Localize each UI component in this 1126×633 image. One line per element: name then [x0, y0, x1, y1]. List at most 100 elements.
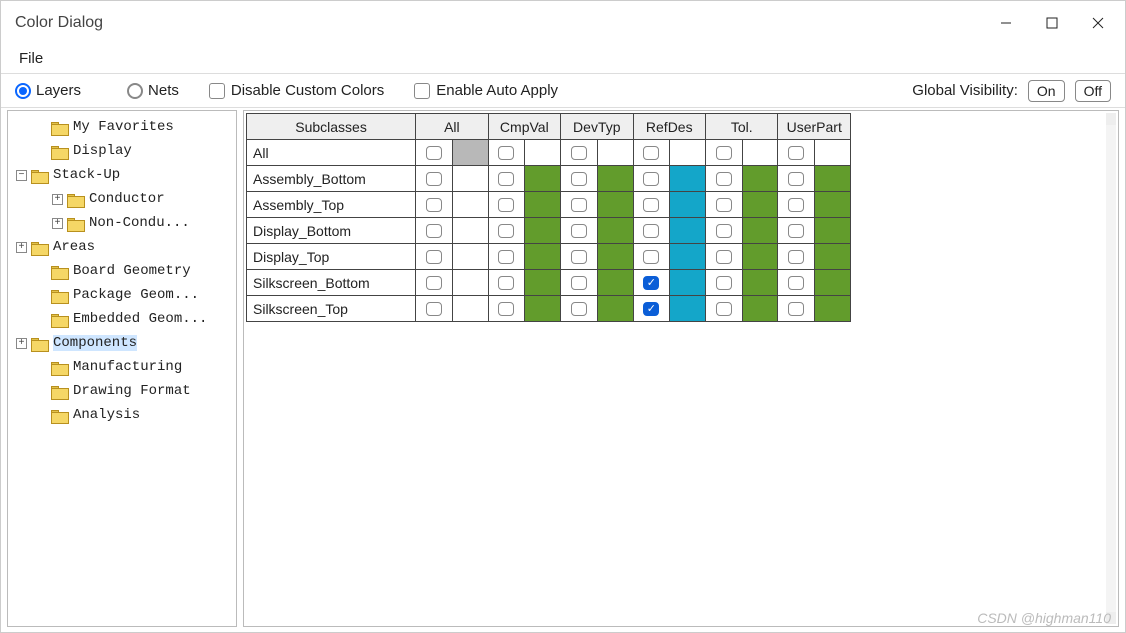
visibility-checkbox[interactable]	[788, 146, 804, 160]
tree-item[interactable]: Analysis	[10, 403, 234, 427]
column-header-subclasses[interactable]: Subclasses	[247, 114, 416, 140]
color-swatch[interactable]	[743, 218, 778, 243]
tree-item[interactable]: My Favorites	[10, 115, 234, 139]
color-swatch[interactable]	[598, 270, 633, 295]
color-swatch[interactable]	[525, 296, 560, 321]
tree-item[interactable]: −Stack-Up	[10, 163, 234, 187]
color-swatch[interactable]	[670, 166, 705, 191]
color-swatch[interactable]	[598, 296, 633, 321]
visibility-checkbox[interactable]	[643, 198, 659, 212]
radio-nets[interactable]: Nets	[127, 82, 179, 99]
visibility-checkbox[interactable]	[716, 172, 732, 186]
color-swatch[interactable]	[525, 166, 560, 191]
global-visibility-on-button[interactable]: On	[1028, 80, 1065, 102]
color-swatch[interactable]	[743, 166, 778, 191]
color-swatch[interactable]	[815, 244, 850, 269]
color-swatch[interactable]	[525, 244, 560, 269]
color-swatch[interactable]	[598, 244, 633, 269]
color-swatch[interactable]	[815, 270, 850, 295]
color-swatch[interactable]	[670, 218, 705, 243]
visibility-checkbox[interactable]	[716, 250, 732, 264]
visibility-checkbox[interactable]	[643, 224, 659, 238]
visibility-checkbox[interactable]	[498, 224, 514, 238]
visibility-checkbox[interactable]	[571, 250, 587, 264]
color-swatch[interactable]	[670, 270, 705, 295]
tree-item[interactable]: Board Geometry	[10, 259, 234, 283]
minimize-button[interactable]	[983, 8, 1029, 38]
visibility-checkbox[interactable]: ✓	[643, 276, 659, 290]
visibility-checkbox[interactable]	[426, 172, 442, 186]
visibility-checkbox[interactable]	[571, 224, 587, 238]
expand-icon[interactable]: +	[16, 242, 27, 253]
visibility-checkbox[interactable]	[426, 224, 442, 238]
color-swatch[interactable]	[743, 270, 778, 295]
column-header[interactable]: UserPart	[778, 114, 851, 140]
visibility-checkbox[interactable]	[788, 302, 804, 316]
expand-icon[interactable]: +	[16, 338, 27, 349]
visibility-checkbox[interactable]	[716, 146, 732, 160]
radio-layers[interactable]: Layers	[15, 82, 81, 99]
visibility-checkbox[interactable]	[498, 146, 514, 160]
color-swatch[interactable]	[453, 140, 488, 165]
visibility-checkbox[interactable]	[788, 198, 804, 212]
visibility-checkbox[interactable]	[571, 146, 587, 160]
tree-item[interactable]: +Areas	[10, 235, 234, 259]
column-header[interactable]: RefDes	[633, 114, 705, 140]
visibility-checkbox[interactable]	[426, 250, 442, 264]
visibility-checkbox[interactable]	[498, 302, 514, 316]
column-header[interactable]: DevTyp	[561, 114, 633, 140]
maximize-button[interactable]	[1029, 8, 1075, 38]
visibility-checkbox[interactable]	[643, 250, 659, 264]
tree-item[interactable]: Display	[10, 139, 234, 163]
visibility-checkbox[interactable]	[571, 302, 587, 316]
color-swatch[interactable]	[743, 192, 778, 217]
menu-file[interactable]: File	[13, 48, 49, 69]
visibility-checkbox[interactable]	[571, 172, 587, 186]
visibility-checkbox[interactable]	[716, 224, 732, 238]
color-swatch[interactable]	[815, 296, 850, 321]
color-swatch[interactable]	[525, 218, 560, 243]
vertical-scrollbar[interactable]	[1106, 113, 1116, 624]
tree-item[interactable]: +Non-Condu...	[10, 211, 234, 235]
column-header[interactable]: CmpVal	[488, 114, 560, 140]
tree-item[interactable]: Manufacturing	[10, 355, 234, 379]
sidebar-tree[interactable]: My FavoritesDisplay−Stack-Up+Conductor+N…	[7, 110, 237, 627]
global-visibility-off-button[interactable]: Off	[1075, 80, 1111, 102]
color-swatch[interactable]	[743, 296, 778, 321]
column-header[interactable]: Tol.	[705, 114, 777, 140]
tree-item[interactable]: +Components	[10, 331, 234, 355]
color-swatch[interactable]	[815, 218, 850, 243]
close-button[interactable]	[1075, 8, 1121, 38]
color-swatch[interactable]	[670, 296, 705, 321]
checkbox-disable-custom-colors[interactable]: Disable Custom Colors	[209, 82, 384, 99]
color-swatch[interactable]	[598, 192, 633, 217]
color-swatch[interactable]	[670, 244, 705, 269]
color-swatch[interactable]	[670, 192, 705, 217]
tree-item[interactable]: Embedded Geom...	[10, 307, 234, 331]
scroll-up-icon[interactable]	[1106, 113, 1116, 125]
visibility-checkbox[interactable]	[498, 172, 514, 186]
visibility-checkbox[interactable]	[426, 146, 442, 160]
color-swatch[interactable]	[743, 244, 778, 269]
scroll-track[interactable]	[1106, 125, 1116, 612]
visibility-checkbox[interactable]	[788, 172, 804, 186]
color-swatch[interactable]	[525, 270, 560, 295]
color-swatch[interactable]	[815, 192, 850, 217]
visibility-checkbox[interactable]	[571, 276, 587, 290]
visibility-checkbox[interactable]	[426, 276, 442, 290]
visibility-checkbox[interactable]	[716, 302, 732, 316]
visibility-checkbox[interactable]	[571, 198, 587, 212]
visibility-checkbox[interactable]	[426, 302, 442, 316]
expand-icon[interactable]: +	[52, 218, 63, 229]
visibility-checkbox[interactable]	[498, 276, 514, 290]
visibility-checkbox[interactable]	[498, 198, 514, 212]
color-swatch[interactable]	[815, 166, 850, 191]
visibility-checkbox[interactable]	[716, 198, 732, 212]
tree-item[interactable]: Drawing Format	[10, 379, 234, 403]
visibility-checkbox[interactable]	[498, 250, 514, 264]
color-swatch[interactable]	[525, 192, 560, 217]
color-swatch[interactable]	[598, 166, 633, 191]
visibility-checkbox[interactable]	[788, 250, 804, 264]
visibility-checkbox[interactable]	[788, 276, 804, 290]
expand-icon[interactable]: −	[16, 170, 27, 181]
